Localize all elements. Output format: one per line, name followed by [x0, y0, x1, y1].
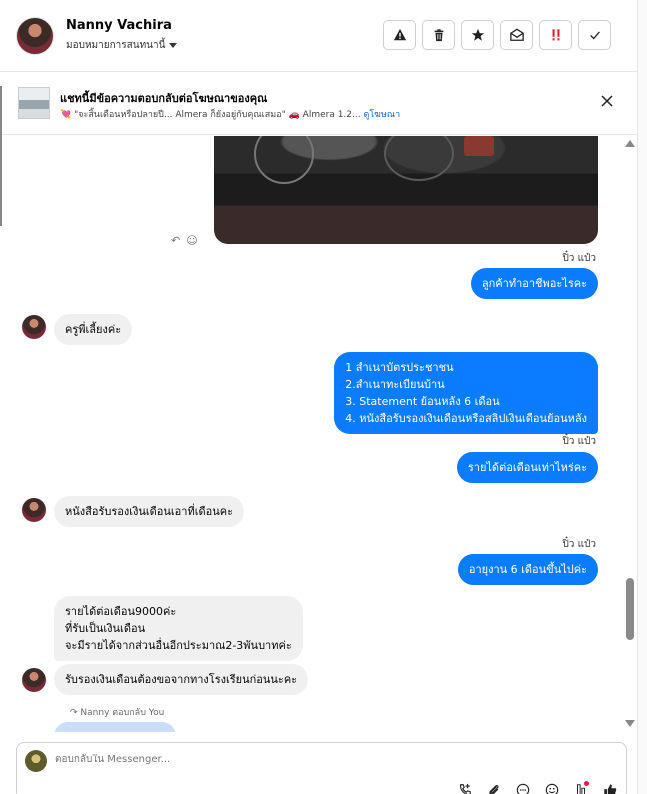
scrollbar-thumb[interactable] — [626, 578, 634, 640]
phone-add-icon — [459, 783, 471, 794]
assign-conversation-dropdown[interactable]: มอบหมายการสนทนานี้ — [66, 38, 178, 53]
message-composer — [16, 742, 627, 794]
chevron-down-icon — [169, 43, 178, 48]
contact-avatar[interactable] — [16, 17, 54, 55]
incoming-message[interactable]: รายได้ต่อเดือน9000ค่ะ ที่รับเป็นเงินเดือ… — [54, 596, 303, 661]
warning-icon — [393, 28, 406, 41]
sender-tag: ปิ๋ว แป๋ว — [562, 539, 596, 550]
composer-toolbar — [456, 781, 618, 794]
ad-reply-banner: แชทนี้มีข้อความตอบกลับต่อโฆษณาของคุณ 💘 "… — [0, 73, 637, 135]
ad-banner-title: แชทนี้มีข้อความตอบกลับต่อโฆษณาของคุณ — [60, 92, 268, 105]
contact-name[interactable]: Nanny Vachira — [66, 18, 172, 33]
window-edge — [637, 0, 647, 794]
ad-banner-subtitle: 💘 "จะสิ้นเดือนหรือปลายปี... Almera ก็ยัง… — [60, 107, 400, 121]
paperclip-icon — [488, 784, 499, 794]
emoji-icon[interactable]: ☺ — [186, 234, 197, 247]
incoming-message[interactable]: ครูพี่เลี้ยงค่ะ — [54, 314, 133, 345]
incoming-message[interactable]: รับรองเงินเดือนต้องขอจากทางโรงเรียนก่อนน… — [54, 664, 309, 695]
photo-detail — [384, 136, 454, 181]
mark-unread-button[interactable] — [500, 20, 533, 50]
sender-tag: ปิ๋ว แป๋ว — [562, 253, 596, 264]
star-button[interactable] — [461, 20, 494, 50]
chat-bubble-icon — [516, 783, 529, 794]
delete-button[interactable] — [422, 20, 455, 50]
header-actions — [383, 20, 611, 50]
double-exclaim-icon — [552, 29, 559, 41]
like-button[interactable] — [601, 781, 618, 794]
incoming-message[interactable]: หนังสือรับรองเงินเดือนเอาที่เดือนคะ — [54, 496, 245, 527]
ad-caption: 💘 "จะสิ้นเดือนหรือปลายปี... Almera ก็ยัง… — [60, 110, 361, 120]
scroll-up-arrow[interactable] — [625, 140, 635, 147]
outgoing-message[interactable]: ลูกค้าทำอาชีพอะไรคะ — [470, 268, 598, 299]
contact-avatar-small — [22, 668, 46, 692]
envelope-icon — [509, 28, 524, 41]
assign-label: มอบหมายการสนทนานี้ — [66, 40, 166, 51]
thumbs-up-icon — [603, 783, 616, 794]
spam-button[interactable] — [383, 20, 416, 50]
photo-detail — [254, 136, 314, 184]
contact-avatar-small — [22, 498, 46, 522]
ad-thumbnail — [18, 87, 50, 119]
trash-icon — [434, 29, 443, 42]
conversation-header: Nanny Vachira มอบหมายการสนทนานี้ — [0, 0, 637, 72]
reply-input[interactable] — [55, 754, 455, 765]
attach-button[interactable] — [485, 781, 502, 794]
close-icon[interactable] — [599, 93, 615, 109]
sender-tag: ปิ๋ว แป๋ว — [562, 436, 596, 447]
message-thread[interactable]: ↶ ☺ ปิ๋ว แป๋ว ลูกค้าทำอาชีพอะไรคะ ครูพี่… — [0, 136, 622, 732]
done-button[interactable] — [578, 20, 611, 50]
emoji-button[interactable] — [543, 781, 560, 794]
reply-indicator: ↷ Nanny ตอบกลับ You — [70, 705, 164, 719]
call-button[interactable] — [456, 781, 473, 794]
attached-photo[interactable] — [214, 136, 598, 244]
page-avatar — [25, 750, 47, 772]
reply-indicator-label: Nanny ตอบกลับ You — [80, 708, 165, 718]
star-icon — [471, 28, 484, 41]
view-ad-link[interactable]: ดูโฆษณา — [363, 110, 400, 120]
smiley-icon — [545, 783, 558, 794]
saved-replies-button[interactable] — [514, 781, 531, 794]
apps-button[interactable] — [572, 781, 589, 794]
reply-arrow-icon: ↷ — [70, 708, 78, 718]
quoted-message-preview[interactable] — [54, 722, 176, 732]
contact-avatar-small — [22, 315, 46, 339]
scroll-down-arrow[interactable] — [625, 720, 635, 727]
window-edge — [0, 86, 2, 226]
follow-up-button[interactable] — [539, 20, 572, 50]
notification-dot — [584, 781, 589, 786]
check-icon — [589, 31, 600, 40]
outgoing-message[interactable]: 1 สำเนาบัตรประชาชน 2.สำเนาทะเบียนบ้าน 3.… — [334, 352, 598, 434]
reply-icon[interactable]: ↶ — [171, 234, 180, 247]
outgoing-message[interactable]: อายุงาน 6 เดือนขึ้นไปค่ะ — [457, 554, 598, 585]
message-reactions: ↶ ☺ — [171, 234, 198, 247]
outgoing-message[interactable]: รายได้ต่อเดือนเท่าไหร่คะ — [456, 452, 598, 483]
photo-detail — [464, 136, 494, 156]
